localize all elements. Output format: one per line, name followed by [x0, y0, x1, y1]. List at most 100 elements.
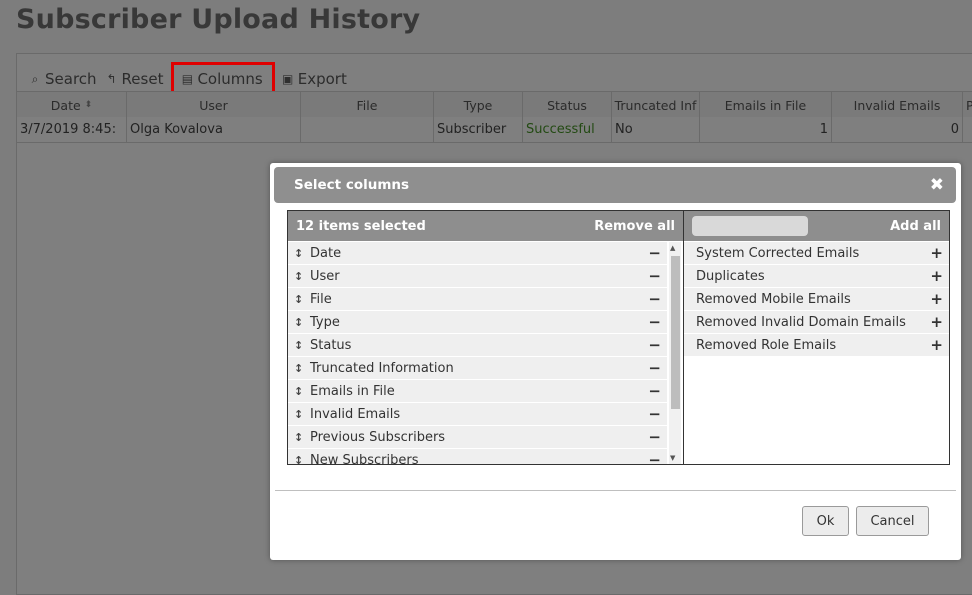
reset-button[interactable]: ↰ Reset [103, 67, 170, 91]
list-item[interactable]: ↕ Previous Subscribers − [288, 426, 667, 448]
export-button[interactable]: ▣ Export [279, 67, 353, 91]
column-header-emails-in-file[interactable]: Emails in File [700, 92, 832, 118]
reset-icon: ↰ [106, 72, 117, 86]
column-header-previous[interactable]: P [963, 92, 972, 118]
cell-user: Olga Kovalova [127, 117, 301, 142]
search-icon: ⌕ [31, 71, 39, 86]
export-icon: ▣ [282, 72, 294, 86]
add-icon[interactable]: + [930, 290, 943, 308]
available-columns-panel: Add all System Corrected Emails + Duplicat… [684, 211, 949, 464]
column-header-label: Date [50, 97, 81, 113]
available-columns-list: System Corrected Emails + Duplicates + Remov… [684, 242, 949, 464]
add-icon[interactable]: + [930, 267, 943, 285]
list-item[interactable]: ↕ Emails in File − [288, 380, 667, 402]
list-item-label: Removed Role Emails [696, 337, 837, 353]
cell-date: 3/7/2019 8:45: [17, 117, 127, 142]
list-item[interactable]: ↕ Type − [288, 311, 667, 333]
drag-handle-icon[interactable]: ↕ [294, 293, 308, 306]
cell-type: Subscriber [434, 117, 523, 142]
ok-button[interactable]: Ok [802, 506, 849, 536]
list-item[interactable]: System Corrected Emails + [684, 242, 949, 264]
drag-handle-icon[interactable]: ↕ [294, 247, 308, 260]
column-header-invalid-emails[interactable]: Invalid Emails [832, 92, 963, 118]
list-item[interactable]: ↕ Truncated Information − [288, 357, 667, 379]
remove-icon[interactable]: − [648, 359, 661, 377]
filter-input[interactable] [692, 216, 808, 236]
table-row[interactable]: 3/7/2019 8:45: Olga Kovalova Subscriber … [17, 117, 972, 143]
scroll-up-icon[interactable]: ▲ [670, 244, 675, 252]
cancel-button[interactable]: Cancel [856, 506, 929, 536]
remove-icon[interactable]: − [648, 290, 661, 308]
drag-handle-icon[interactable]: ↕ [294, 362, 308, 375]
remove-icon[interactable]: − [648, 382, 661, 400]
cell-truncated: No [612, 117, 700, 142]
selected-columns-list: ↕ Date − ↕ User − ↕ File − ↕ Type − ↕ Status − ↕ Truncat… [288, 242, 667, 464]
column-header-date[interactable]: Date ⬍ [17, 92, 127, 118]
page-title: Subscriber Upload History [16, 4, 421, 35]
list-item-label: File [310, 291, 332, 307]
list-item-label: User [310, 268, 340, 284]
list-item-label: Truncated Information [310, 360, 454, 376]
sort-icon[interactable]: ⬍ [85, 100, 93, 110]
list-item-label: Status [310, 337, 352, 353]
remove-icon[interactable]: − [648, 244, 661, 262]
drag-handle-icon[interactable]: ↕ [294, 339, 308, 352]
add-all-button[interactable]: Add all [890, 219, 941, 234]
search-label: Search [45, 70, 97, 88]
reset-label: Reset [121, 70, 164, 88]
remove-all-button[interactable]: Remove all [594, 219, 675, 234]
list-item-label: New Subscribers [310, 452, 419, 465]
selected-panel-header: 12 items selected Remove all [288, 211, 683, 241]
close-icon[interactable]: ✖ [930, 175, 944, 195]
search-button[interactable]: ⌕ Search [26, 67, 103, 91]
drag-handle-icon[interactable]: ↕ [294, 316, 308, 329]
list-item[interactable]: Duplicates + [684, 265, 949, 287]
list-item[interactable]: ↕ File − [288, 288, 667, 310]
drag-handle-icon[interactable]: ↕ [294, 270, 308, 283]
list-item[interactable]: ↕ Date − [288, 242, 667, 264]
grid-toolbar: ⌕ Search ↰ Reset ▤ Columns ▣ Export [26, 62, 353, 96]
grid-header: Date ⬍ User File Type Status Truncated I… [17, 91, 972, 119]
list-item[interactable]: Removed Role Emails + [684, 334, 949, 356]
drag-handle-icon[interactable]: ↕ [294, 385, 308, 398]
column-header-user[interactable]: User [127, 92, 301, 118]
list-item-label: Removed Invalid Domain Emails [696, 314, 906, 330]
list-item[interactable]: ↕ Invalid Emails − [288, 403, 667, 425]
scrollbar-thumb[interactable] [671, 256, 680, 409]
export-label: Export [297, 70, 347, 88]
add-icon[interactable]: + [930, 336, 943, 354]
list-item[interactable]: ↕ User − [288, 265, 667, 287]
column-chooser: 12 items selected Remove all ↕ Date − ↕ User… [287, 210, 950, 465]
remove-icon[interactable]: − [648, 428, 661, 446]
scroll-down-icon[interactable]: ▼ [670, 454, 675, 462]
columns-icon: ▤ [181, 72, 194, 86]
list-item[interactable]: Removed Mobile Emails + [684, 288, 949, 310]
list-item-label: Emails in File [310, 383, 395, 399]
remove-icon[interactable]: − [648, 405, 661, 423]
remove-icon[interactable]: − [648, 451, 661, 464]
list-item-label: Date [310, 245, 342, 261]
cell-emails-in-file: 1 [700, 117, 832, 142]
remove-icon[interactable]: − [648, 336, 661, 354]
column-header-truncated[interactable]: Truncated Inf [612, 92, 700, 118]
list-item-label: Previous Subscribers [310, 429, 446, 445]
add-icon[interactable]: + [930, 244, 943, 262]
column-header-file[interactable]: File [301, 92, 434, 118]
drag-handle-icon[interactable]: ↕ [294, 454, 308, 465]
column-header-status[interactable]: Status [523, 92, 612, 118]
list-item-label: Type [310, 314, 340, 330]
dialog-header[interactable]: Select columns ✖ [274, 167, 956, 203]
remove-icon[interactable]: − [648, 313, 661, 331]
drag-handle-icon[interactable]: ↕ [294, 431, 308, 444]
list-item[interactable]: ↕ Status − [288, 334, 667, 356]
add-icon[interactable]: + [930, 313, 943, 331]
list-item[interactable]: ↕ New Subscribers − [288, 449, 667, 464]
selected-count: 12 items selected [296, 218, 426, 234]
list-item[interactable]: Removed Invalid Domain Emails + [684, 311, 949, 333]
remove-icon[interactable]: − [648, 267, 661, 285]
scrollbar[interactable]: ▲ ▼ [669, 242, 681, 464]
selected-columns-panel: 12 items selected Remove all ↕ Date − ↕ User… [288, 211, 684, 464]
drag-handle-icon[interactable]: ↕ [294, 408, 308, 421]
columns-label: Columns [197, 70, 263, 88]
column-header-type[interactable]: Type [434, 92, 523, 118]
